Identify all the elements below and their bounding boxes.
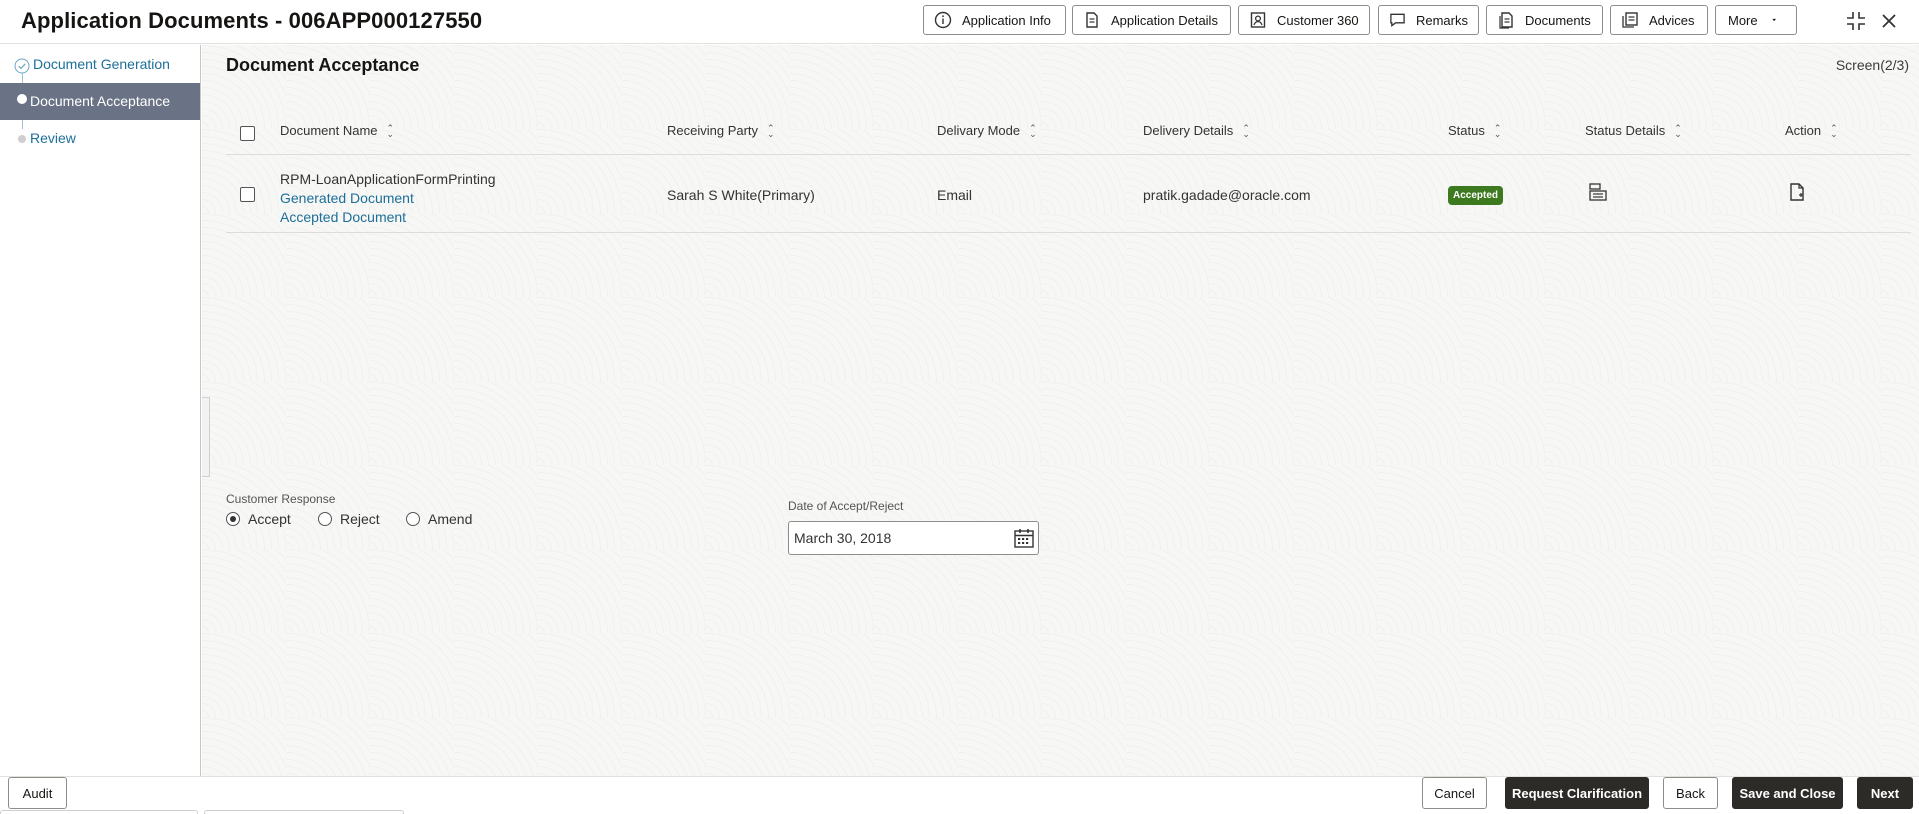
status-badge: Accepted [1448, 186, 1504, 205]
screen-indicator: Screen(2/3) [1835, 57, 1909, 73]
column-header-receiving-party[interactable]: Receiving Party ⌃ ⌄ [667, 123, 775, 138]
application-details-label: Application Details [1111, 12, 1218, 28]
column-header-status-details[interactable]: Status Details ⌃ ⌄ [1585, 123, 1682, 138]
radio-label: Accept [248, 511, 291, 527]
table-row: RPM-LoanApplicationFormPrinting Generate… [226, 156, 1911, 233]
radio-label: Amend [428, 511, 473, 527]
check-circle-icon [14, 58, 30, 74]
step-label: Document Acceptance [30, 93, 171, 109]
sort-icon: ⌃ ⌄ [1493, 122, 1502, 139]
close-icon[interactable] [1876, 8, 1902, 34]
info-icon [934, 11, 952, 29]
customer-360-button[interactable]: Customer 360 [1238, 5, 1370, 35]
caret-down-icon [1771, 18, 1776, 22]
calendar-icon[interactable] [1013, 527, 1035, 549]
date-accept-reject-input[interactable] [788, 521, 1039, 555]
step-label: Review [30, 130, 76, 146]
radio-unselected-icon [406, 512, 420, 526]
sort-icon: ⌃ ⌄ [1830, 122, 1838, 139]
more-label: More [1728, 12, 1758, 28]
advices-label: Advices [1649, 12, 1695, 28]
receiving-party-cell: Sarah S White(Primary) [667, 187, 815, 203]
save-and-close-button[interactable]: Save and Close [1732, 777, 1843, 809]
action-document-icon[interactable] [1787, 182, 1807, 207]
customer-response-label: Customer Response [226, 492, 336, 506]
status-details-icon[interactable] [1588, 182, 1608, 207]
sort-icon: ⌃ ⌄ [1674, 122, 1682, 139]
customer-360-label: Customer 360 [1277, 12, 1359, 28]
select-all-checkbox[interactable] [240, 126, 255, 141]
accepted-document-link[interactable]: Accepted Document [280, 208, 496, 227]
delivery-details-cell: pratik.gadade@oracle.com [1143, 187, 1311, 203]
customer-card-icon [1250, 12, 1266, 28]
bottom-tab[interactable] [204, 810, 404, 814]
advices-icon [1622, 12, 1638, 28]
sort-icon: ⌃ ⌄ [1029, 122, 1037, 139]
column-header-status[interactable]: Status ⌃ ⌄ [1448, 123, 1501, 138]
radio-label: Reject [340, 511, 380, 527]
advices-button[interactable]: Advices [1610, 5, 1708, 35]
next-button[interactable]: Next [1857, 777, 1913, 809]
radio-amend[interactable]: Amend [406, 511, 472, 527]
sort-icon: ⌃ ⌄ [386, 122, 395, 139]
radio-accept[interactable]: Accept [226, 511, 291, 527]
generated-document-link[interactable]: Generated Document [280, 189, 496, 208]
date-accept-reject-label: Date of Accept/Reject [788, 499, 904, 513]
documents-button[interactable]: Documents [1486, 5, 1603, 35]
page-title: Application Documents - 006APP000127550 [21, 8, 483, 33]
document-name: RPM-LoanApplicationFormPrinting [280, 171, 496, 187]
collapse-icon[interactable] [1843, 8, 1869, 34]
step-document-generation[interactable]: Document Generation [0, 51, 200, 77]
chat-bubble-icon [1390, 13, 1405, 27]
document-icon [1086, 12, 1098, 28]
back-button[interactable]: Back [1663, 777, 1718, 809]
audit-button[interactable]: Audit [8, 777, 67, 809]
application-info-label: Application Info [962, 12, 1051, 28]
radio-selected-icon [226, 512, 240, 526]
request-clarification-button[interactable]: Request Clarification [1505, 777, 1649, 809]
panel-splitter-handle[interactable] [202, 397, 210, 477]
step-document-acceptance[interactable]: Document Acceptance [0, 83, 200, 120]
section-title: Document Acceptance [226, 55, 420, 75]
sort-icon: ⌃ ⌄ [1242, 122, 1250, 139]
bottom-tab[interactable] [0, 810, 198, 814]
column-header-delivery-details[interactable]: Delivery Details ⌃ ⌄ [1143, 123, 1250, 138]
documents-label: Documents [1525, 12, 1591, 28]
train-stop-sidebar: Document Generation Document Acceptance … [0, 45, 201, 776]
table-header: Document Name ⌃ ⌄ Receiving Party ⌃ ⌄ Deli… [226, 113, 1911, 155]
column-header-document-name[interactable]: Document Name ⌃ ⌄ [280, 123, 394, 138]
step-label: Document Generation [33, 56, 170, 72]
main-content: Document Acceptance Screen(2/3) Document… [202, 45, 1919, 776]
application-details-button[interactable]: Application Details [1072, 5, 1231, 35]
pending-step-dot-icon [18, 135, 26, 143]
more-dropdown[interactable]: More [1715, 5, 1797, 35]
step-review[interactable]: Review [0, 125, 200, 151]
column-header-delivary-mode[interactable]: Delivary Mode ⌃ ⌄ [937, 123, 1037, 138]
document-name-cell: RPM-LoanApplicationFormPrinting Generate… [280, 170, 496, 227]
radio-reject[interactable]: Reject [318, 511, 380, 527]
delivery-mode-cell: Email [937, 187, 973, 203]
remarks-label: Remarks [1415, 12, 1468, 28]
column-header-action[interactable]: Action ⌃ ⌄ [1785, 123, 1838, 138]
sort-icon: ⌃ ⌄ [767, 122, 775, 139]
remarks-button[interactable]: Remarks [1378, 5, 1479, 35]
application-info-button[interactable]: Application Info [923, 5, 1066, 35]
cancel-button[interactable]: Cancel [1422, 777, 1487, 809]
radio-unselected-icon [318, 512, 332, 526]
documents-icon [1499, 12, 1513, 29]
current-step-dot-icon [17, 94, 27, 104]
app-header: Application Documents - 006APP000127550 … [0, 0, 1919, 44]
row-select-checkbox[interactable] [240, 187, 255, 202]
